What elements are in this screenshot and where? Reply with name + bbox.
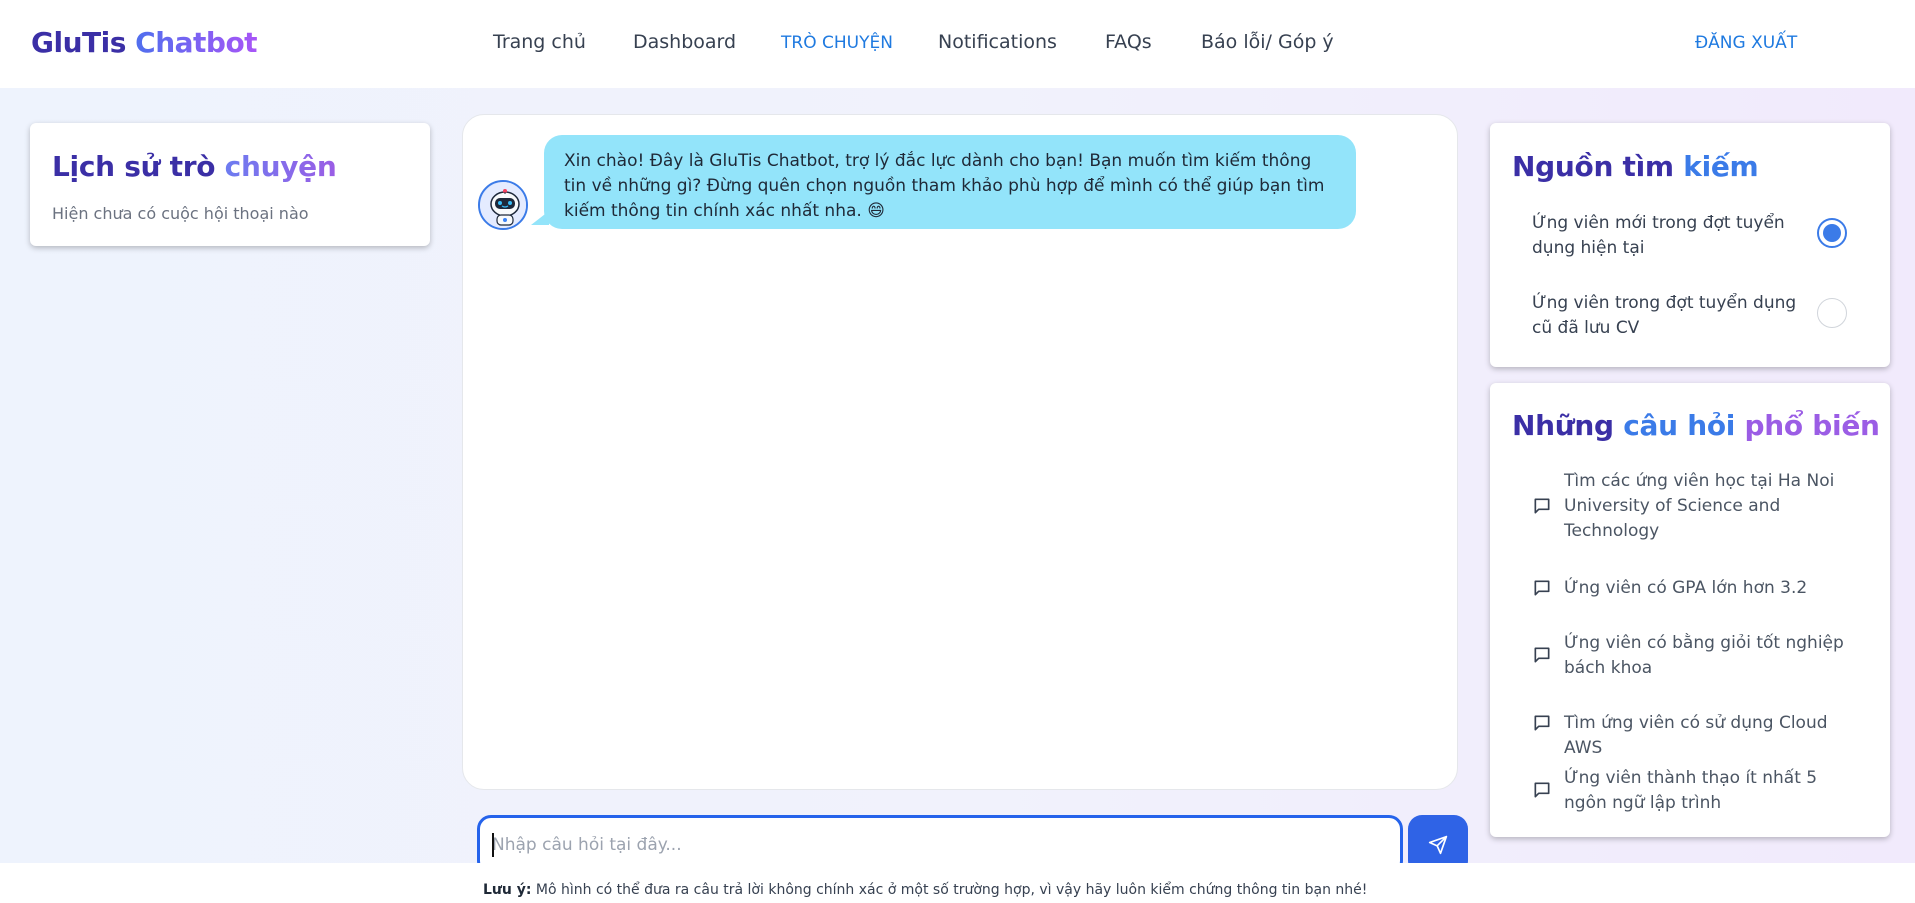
brand-name-part2: Chatbot	[135, 26, 258, 59]
chat-history-empty-text: Hiện chưa có cuộc hội thoại nào	[52, 204, 309, 223]
source-option-label-saved: Ứng viên trong đợt tuyển dụng cũ đã lưu …	[1532, 293, 1797, 338]
popular-questions-panel: Những câu hỏi phổ biến Tìm các ứng viên …	[1490, 383, 1890, 837]
text-caret	[492, 833, 494, 857]
faq-item-text: Tìm ứng viên có sử dụng Cloud AWS	[1564, 713, 1828, 758]
nav-dashboard[interactable]: Dashboard	[633, 31, 736, 53]
faq-title-part4: phổ biến	[1744, 409, 1880, 442]
popular-questions-title: Những câu hỏi phổ biến	[1512, 409, 1880, 442]
chat-history-title: Lịch sử trò chuyện	[52, 150, 337, 183]
chat-history-title-part1: Lịch sử trò	[52, 150, 225, 183]
message-icon	[1534, 782, 1550, 798]
faq-title-part2: câu	[1623, 409, 1688, 442]
faq-item-text: Tìm các ứng viên học tại Ha Noi Universi…	[1564, 471, 1835, 541]
top-navbar: GluTis Chatbot Trang chủ Dashboard TRÒ C…	[0, 0, 1915, 88]
search-sources-title: Nguồn tìm kiếm	[1512, 150, 1759, 183]
faq-item-3[interactable]: Ứng viên có bằng giỏi tốt nghiệp bách kh…	[1532, 631, 1872, 681]
faq-item-text: Ứng viên có GPA lớn hơn 3.2	[1564, 578, 1808, 598]
sources-title-part2: tìm	[1622, 150, 1684, 183]
message-icon	[1534, 647, 1550, 663]
message-icon	[1534, 498, 1550, 514]
chat-window: Xin chào! Đây là GluTis Chatbot, trợ lý …	[462, 114, 1458, 790]
nav-faqs[interactable]: FAQs	[1105, 31, 1152, 53]
faq-item-4[interactable]: Tìm ứng viên có sử dụng Cloud AWS	[1532, 711, 1872, 758]
chat-history-title-part2: chuyện	[224, 150, 337, 183]
message-icon	[1534, 580, 1550, 596]
bot-avatar-icon	[478, 180, 528, 230]
faq-item-text: Ứng viên thành thạo ít nhất 5 ngôn ngữ l…	[1564, 768, 1818, 813]
disclaimer-note: Lưu ý: Mô hình có thể đưa ra câu trả lời…	[483, 882, 1367, 898]
bot-message-bubble: Xin chào! Đây là GluTis Chatbot, trợ lý …	[544, 135, 1356, 229]
message-icon	[1534, 715, 1550, 731]
chat-history-panel: Lịch sử trò chuyện Hiện chưa có cuộc hội…	[30, 123, 430, 246]
brand-logo[interactable]: GluTis Chatbot	[31, 26, 258, 59]
nav-home[interactable]: Trang chủ	[493, 31, 586, 53]
faq-item-1[interactable]: Tìm các ứng viên học tại Ha Noi Universi…	[1532, 469, 1872, 544]
nav-chat[interactable]: TRÒ CHUYỆN	[781, 33, 893, 53]
logout-button[interactable]: ĐĂNG XUẤT	[1695, 33, 1797, 53]
search-sources-panel: Nguồn tìm kiếm Ứng viên mới trong đợt tu…	[1490, 123, 1890, 367]
disclaimer-label: Lưu ý:	[483, 882, 532, 898]
faq-item-2[interactable]: Ứng viên có GPA lớn hơn 3.2	[1532, 576, 1872, 601]
disclaimer-text: Mô hình có thể đưa ra câu trả lời không …	[531, 882, 1368, 898]
faq-title-part3: hỏi	[1687, 409, 1745, 442]
faq-item-text: Ứng viên có bằng giỏi tốt nghiệp bách kh…	[1564, 633, 1844, 678]
source-radio-saved[interactable]	[1817, 298, 1847, 328]
sources-title-part3: kiếm	[1683, 150, 1759, 183]
nav-notifications[interactable]: Notifications	[938, 31, 1057, 53]
nav-feedback[interactable]: Báo lỗi/ Góp ý	[1201, 31, 1334, 53]
faq-item-5[interactable]: Ứng viên thành thạo ít nhất 5 ngôn ngữ l…	[1532, 766, 1872, 816]
source-option-label-current: Ứng viên mới trong đợt tuyển dụng hiện t…	[1532, 213, 1785, 258]
brand-name-part1: GluTis	[31, 26, 126, 59]
sources-title-part1: Nguồn	[1512, 150, 1623, 183]
source-radio-current[interactable]	[1817, 218, 1847, 248]
faq-title-part1: Những	[1512, 409, 1624, 442]
send-icon	[1428, 835, 1448, 855]
